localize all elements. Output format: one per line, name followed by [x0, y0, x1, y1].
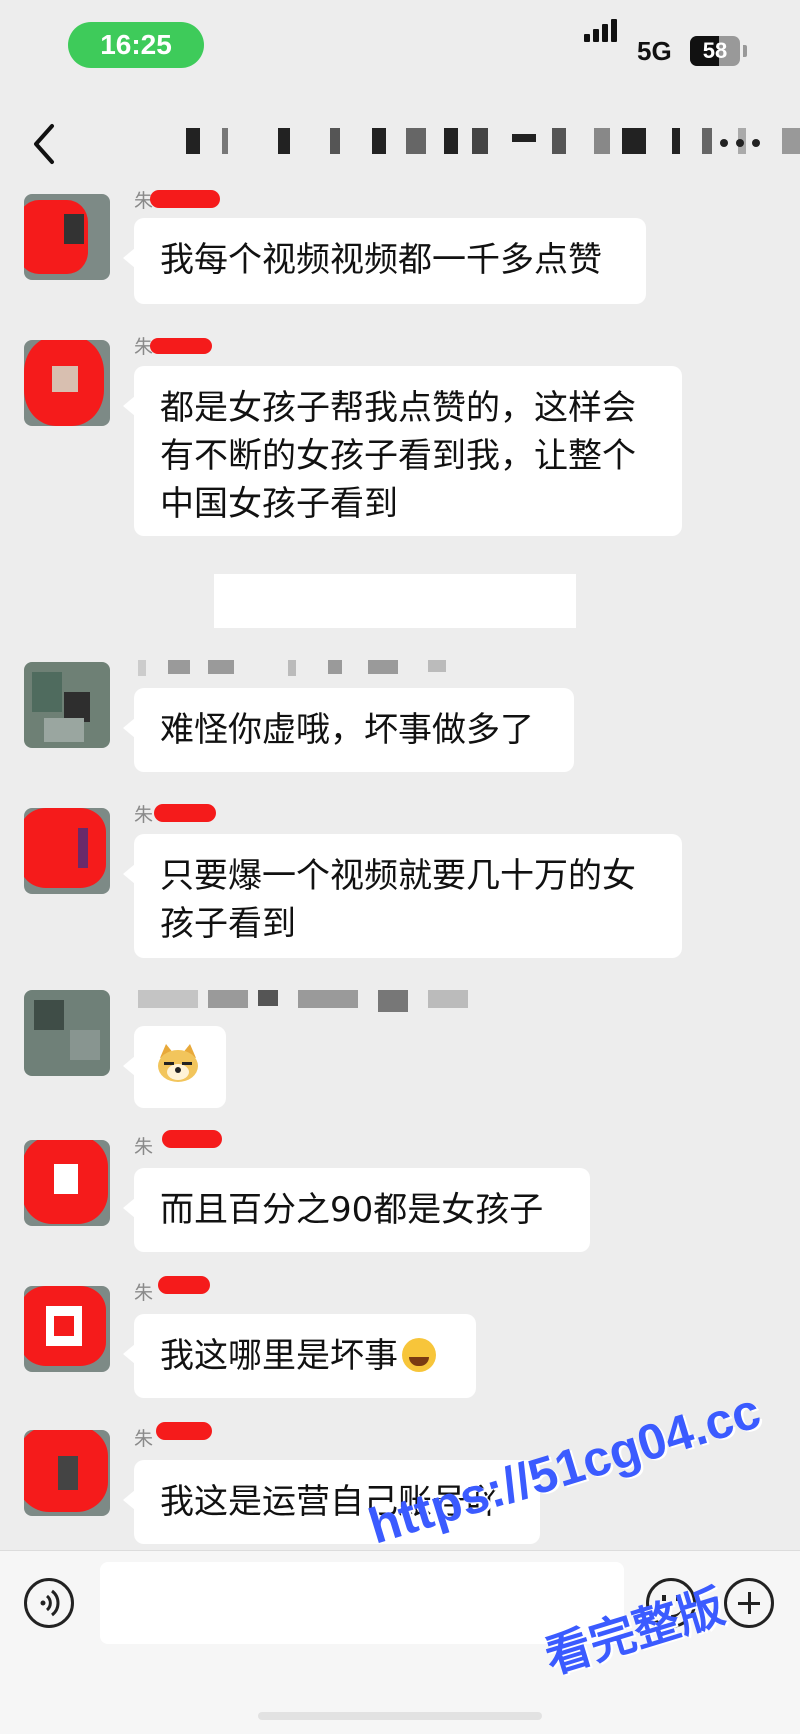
message-bubble[interactable]: 我这哪里是坏事 [123, 1314, 476, 1398]
message-bubble[interactable]: 而且百分之90都是女孩子 [123, 1168, 590, 1252]
message-text: 只要爆一个视频就要几十万的女孩子看到 [160, 856, 636, 944]
doge-emoji-icon [158, 1044, 198, 1082]
message-bubble[interactable]: 我每个视频视频都一千多点赞 [123, 218, 646, 304]
message-text: 我这哪里是坏事 [160, 1336, 398, 1376]
sender-name: 朱 [134, 1276, 210, 1305]
sender-name: 朱 [134, 1422, 212, 1451]
avatar[interactable] [24, 808, 110, 894]
sender-name-pixelated [138, 990, 478, 1014]
message-text: 而且百分之90都是女孩子 [160, 1190, 544, 1230]
status-time: 16:25 [68, 22, 204, 68]
avatar[interactable] [24, 1140, 110, 1226]
system-notice [214, 574, 576, 628]
message-bubble[interactable]: 都是女孩子帮我点赞的，这样会有不断的女孩子看到我，让整个中国女孩子看到 [123, 366, 682, 536]
message-bubble[interactable] [123, 1026, 226, 1108]
avatar[interactable] [24, 1430, 110, 1516]
sender-name: 朱 [134, 186, 220, 213]
network-type: 5G [637, 36, 672, 66]
message-bubble[interactable]: 难怪你虚哦，坏事做多了 [123, 688, 574, 772]
battery-tip [743, 45, 747, 57]
back-arrow-icon[interactable] [26, 118, 66, 170]
home-indicator [258, 1712, 542, 1720]
voice-input-icon[interactable] [24, 1578, 74, 1628]
avatar[interactable] [24, 194, 110, 280]
message-text: 难怪你虚哦，坏事做多了 [160, 710, 534, 750]
sender-name: 朱 [134, 800, 216, 827]
tears-of-joy-emoji-icon [402, 1338, 436, 1372]
avatar[interactable] [24, 990, 110, 1076]
battery-level: 58 [702, 38, 728, 63]
avatar[interactable] [24, 1286, 110, 1372]
sender-name: 朱 [134, 1130, 222, 1159]
sender-name-pixelated [138, 660, 468, 678]
sender-name: 朱 [134, 332, 212, 359]
message-text: 我每个视频视频都一千多点赞 [160, 240, 602, 280]
more-options-icon[interactable] [720, 136, 764, 150]
more-actions-plus-icon[interactable] [724, 1578, 774, 1628]
message-bubble[interactable]: 只要爆一个视频就要几十万的女孩子看到 [123, 834, 682, 958]
message-text: 都是女孩子帮我点赞的，这样会有不断的女孩子看到我，让整个中国女孩子看到 [160, 388, 636, 524]
avatar[interactable] [24, 662, 110, 748]
avatar[interactable] [24, 340, 110, 426]
battery-icon: 58 [690, 36, 740, 66]
